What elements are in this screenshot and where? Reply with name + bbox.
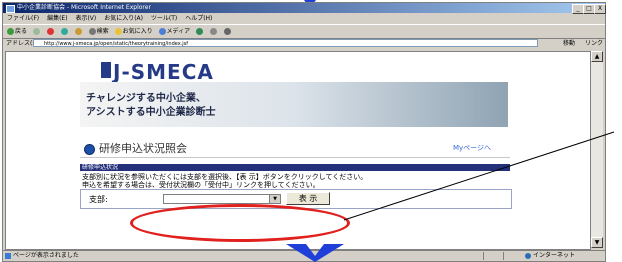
callout-pointer: [343, 131, 615, 221]
down-arrow-indicator: [286, 244, 344, 262]
